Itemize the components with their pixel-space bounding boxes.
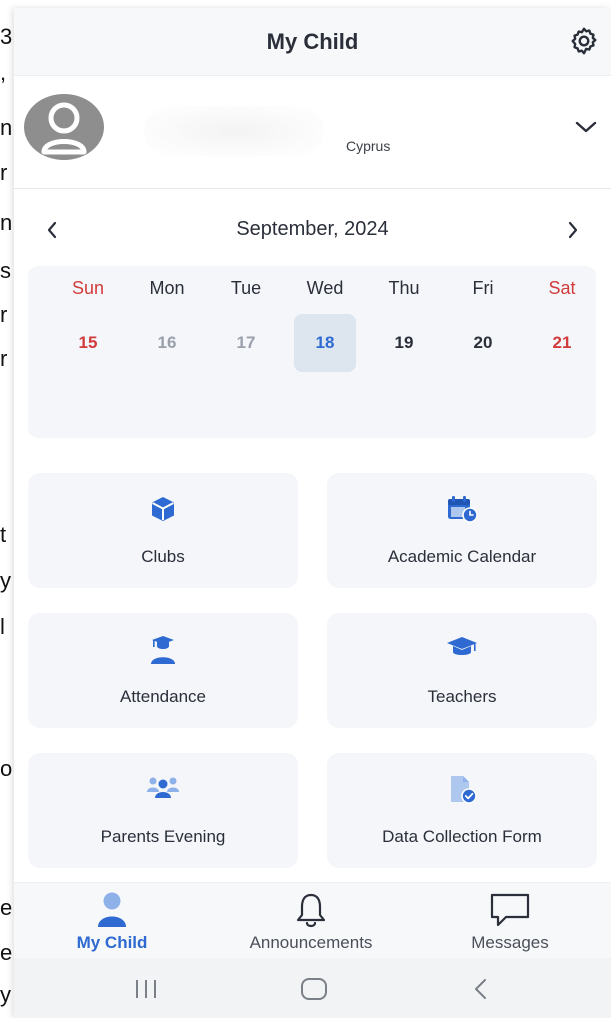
child-name-redacted — [144, 106, 324, 156]
day-16[interactable]: 16 — [136, 314, 198, 372]
graduate-icon — [151, 636, 175, 664]
chevron-down-icon — [575, 121, 597, 133]
home-button[interactable] — [289, 972, 339, 1006]
child-country: Cyprus — [346, 138, 391, 154]
bg-char: t — [0, 522, 7, 547]
next-month-button[interactable] — [557, 214, 589, 246]
recent-apps-button[interactable] — [121, 972, 171, 1006]
bg-char: r — [0, 302, 8, 327]
avatar — [24, 94, 104, 160]
bg-char: 3 — [0, 24, 13, 49]
gear-icon — [571, 27, 597, 55]
weekday-sat: Sat — [548, 278, 576, 298]
back-icon — [475, 979, 486, 999]
bg-char: s — [0, 258, 11, 283]
tile-label: Academic Calendar — [387, 547, 537, 566]
month-label: September, 2024 — [236, 218, 389, 240]
calendar-clock-icon — [448, 496, 478, 523]
page-title: My Child — [266, 28, 359, 54]
user-avatar-icon — [24, 94, 104, 160]
week-calendar: Sun Mon Tue Wed Thu Fri Sat 15 16 17 18 … — [28, 266, 596, 438]
tile-teachers[interactable]: Teachers — [327, 613, 597, 728]
group-icon — [147, 777, 179, 798]
bell-icon — [296, 893, 326, 928]
cube-icon — [152, 497, 174, 521]
nav-messages[interactable]: Messages — [425, 889, 595, 955]
month-navigation: September, 2024 — [14, 208, 611, 252]
person-icon — [98, 892, 126, 927]
tile-data-collection-form[interactable]: Data Collection Form — [327, 753, 597, 868]
document-check-icon — [451, 776, 477, 804]
tile-label: Attendance — [119, 687, 206, 706]
recent-apps-icon — [136, 980, 156, 998]
tile-parents-evening[interactable]: Parents Evening — [28, 753, 298, 868]
weekday-thu: Thu — [388, 278, 420, 298]
weekday-sun: Sun — [71, 278, 105, 298]
expand-profile-button[interactable] — [571, 112, 601, 142]
weekday-fri: Fri — [472, 278, 494, 298]
home-icon — [301, 978, 327, 1000]
bg-char: r — [0, 346, 8, 371]
tile-clubs[interactable]: Clubs — [28, 473, 298, 588]
tile-label: Data Collection Form — [382, 827, 542, 846]
app-header: My Child — [14, 8, 611, 76]
chat-bubble-icon — [490, 893, 530, 927]
weekday-wed: Wed — [306, 278, 344, 298]
bg-char: l — [0, 614, 5, 639]
bg-char: n — [0, 115, 13, 140]
day-17[interactable]: 17 — [215, 314, 277, 372]
day-19[interactable]: 19 — [373, 314, 435, 372]
app-window: My Child Cyprus September, 2024 Sun Mon … — [14, 8, 611, 1018]
settings-button[interactable] — [565, 22, 603, 60]
background-document-strip: 3 , n r n s r r t y l o e e y — [0, 0, 14, 1018]
day-20[interactable]: 20 — [452, 314, 514, 372]
back-button[interactable] — [456, 972, 506, 1006]
day-15[interactable]: 15 — [57, 314, 119, 372]
bg-char: r — [0, 160, 8, 185]
bottom-navigation: My Child Announcements Messages — [14, 882, 611, 958]
nav-label-announcements: Announcements — [249, 933, 373, 952]
day-18-selected[interactable]: 18 — [294, 314, 356, 372]
bg-char: y — [0, 982, 11, 1007]
day-21[interactable]: 21 — [531, 314, 593, 372]
child-profile[interactable]: Cyprus — [14, 76, 611, 189]
tile-label: Teachers — [427, 687, 497, 706]
bg-char: e — [0, 940, 13, 965]
bg-char: n — [0, 210, 13, 235]
nav-my-child[interactable]: My Child — [27, 889, 197, 955]
weekday-mon: Mon — [149, 278, 185, 298]
nav-label-messages: Messages — [471, 933, 549, 952]
bg-char: , — [0, 60, 7, 85]
system-navigation-bar — [14, 958, 611, 1018]
weekday-tue: Tue — [230, 278, 262, 298]
tile-label: Parents Evening — [100, 827, 226, 846]
bg-char: o — [0, 756, 13, 781]
bg-char: y — [0, 568, 11, 593]
tile-label: Clubs — [141, 547, 185, 566]
bg-char: e — [0, 895, 13, 920]
tile-academic-calendar[interactable]: Academic Calendar — [327, 473, 597, 588]
mortarboard-icon — [447, 637, 477, 655]
nav-announcements[interactable]: Announcements — [226, 889, 396, 955]
chevron-right-icon — [568, 221, 578, 239]
nav-label-my-child: My Child — [76, 933, 148, 952]
tile-attendance[interactable]: Attendance — [28, 613, 298, 728]
